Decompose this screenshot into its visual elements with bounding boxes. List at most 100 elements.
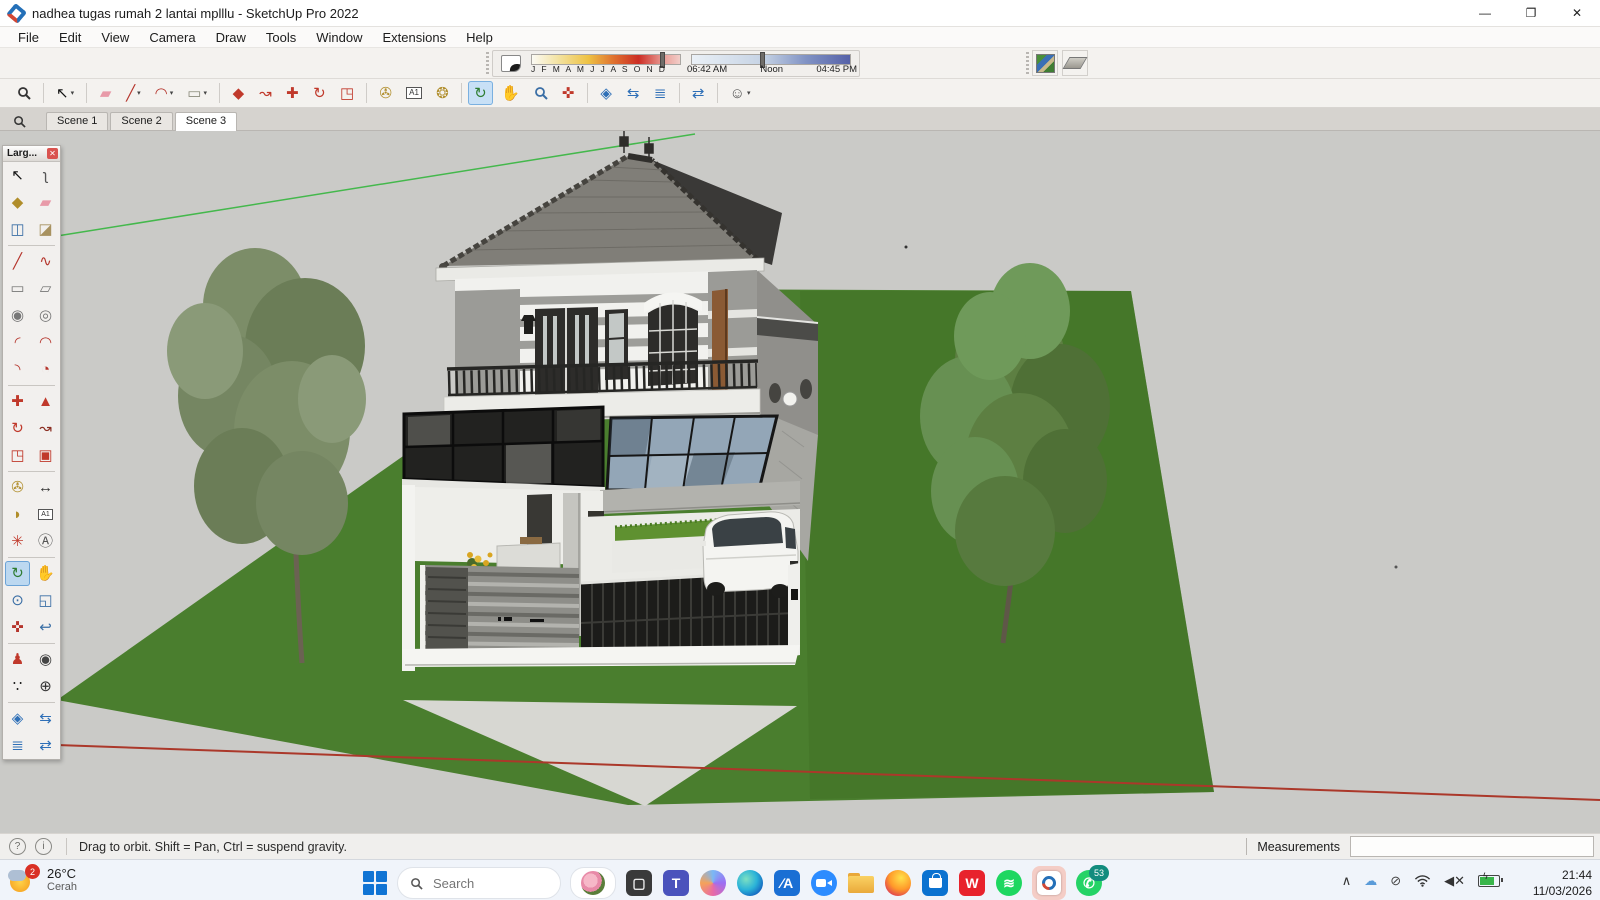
taskbar-app-microsoft-store[interactable]: [921, 869, 949, 897]
scale-tool[interactable]: ◳: [5, 443, 30, 468]
move-tool[interactable]: ✚: [5, 389, 30, 414]
search-highlight-tile[interactable]: [570, 867, 616, 899]
shadow-toggle-button[interactable]: [501, 55, 521, 72]
scene-tab-1[interactable]: Scene 1: [46, 112, 108, 130]
rotate-button[interactable]: ↻: [307, 81, 332, 105]
viewport-3d-scene[interactable]: [0, 131, 1600, 833]
follow-me-tool[interactable]: ↝: [33, 416, 58, 441]
scene-search-icon[interactable]: [6, 112, 32, 130]
scale-button[interactable]: ◳: [334, 81, 360, 105]
start-button[interactable]: [362, 870, 388, 896]
line-button[interactable]: ╱▾: [120, 81, 147, 105]
measurements-input[interactable]: [1350, 836, 1594, 857]
two-point-arc-tool[interactable]: ◠: [33, 330, 58, 355]
tape-measure-tool[interactable]: ✇: [5, 475, 30, 500]
menu-extensions[interactable]: Extensions: [373, 30, 457, 45]
line-tool[interactable]: ╱: [5, 249, 30, 274]
search-button[interactable]: [11, 81, 37, 105]
arc-tool[interactable]: ◜: [5, 330, 30, 355]
account-button[interactable]: ☺▾: [724, 81, 757, 105]
zoom-tool[interactable]: ⊙: [5, 588, 30, 613]
tray-do-not-disturb-icon[interactable]: ⊘: [1390, 874, 1401, 887]
swap-clock-button[interactable]: ⇆: [621, 81, 646, 105]
menu-tools[interactable]: Tools: [256, 30, 306, 45]
zoom-extents-button[interactable]: ✜: [556, 81, 581, 105]
add-location-button[interactable]: [1032, 50, 1058, 76]
polygon-tool[interactable]: ◎: [33, 303, 58, 328]
taskbar-app-copilot[interactable]: [699, 869, 727, 897]
tray-chevron-up-icon[interactable]: ∧: [1342, 874, 1352, 887]
palette-title-bar[interactable]: Larg... ✕: [3, 146, 60, 162]
taskbar-app-sketchup[interactable]: [1032, 866, 1066, 900]
text-tool[interactable]: A1: [33, 502, 58, 527]
tape-measure-button[interactable]: ✇: [373, 81, 398, 105]
rotate-tool[interactable]: ↻: [5, 416, 30, 441]
taskbar-app-teams[interactable]: T: [662, 869, 690, 897]
menu-view[interactable]: View: [91, 30, 139, 45]
orbit-button[interactable]: ↻: [468, 81, 493, 105]
look-around-tool[interactable]: ◉: [33, 647, 58, 672]
menu-edit[interactable]: Edit: [49, 30, 91, 45]
shadow-date-slider[interactable]: J F M A M J J A S O N D: [531, 52, 681, 76]
help-icon[interactable]: ?: [9, 838, 26, 855]
swap-clock-tool[interactable]: ⇆: [33, 706, 58, 731]
zoom-window-tool[interactable]: ◱: [33, 588, 58, 613]
scene-tab-3[interactable]: Scene 3: [175, 112, 237, 131]
tray-wifi-icon[interactable]: [1414, 874, 1431, 887]
move-button[interactable]: ✚: [280, 81, 305, 105]
restore-button[interactable]: ❐: [1508, 0, 1554, 26]
minimize-button[interactable]: —: [1462, 0, 1508, 26]
weather-widget[interactable]: 2 26°C Cerah: [8, 864, 77, 896]
menu-help[interactable]: Help: [456, 30, 503, 45]
menu-window[interactable]: Window: [306, 30, 372, 45]
rectangle-tool[interactable]: ▭: [5, 276, 30, 301]
navigate-tool[interactable]: ⊕: [33, 674, 58, 699]
connect-download-tool[interactable]: ◈: [5, 706, 30, 731]
offset-tool[interactable]: ▣: [33, 443, 58, 468]
arc-button[interactable]: ◠▾: [149, 81, 180, 105]
paint-bucket-tool[interactable]: ◆: [5, 190, 30, 215]
taskbar-app-app-ia[interactable]: ∕A: [773, 869, 801, 897]
circle-tool[interactable]: ◉: [5, 303, 30, 328]
taskbar-clock[interactable]: 21:44 11/03/2026: [1533, 867, 1592, 899]
previous-tool[interactable]: ↩: [33, 615, 58, 640]
scene-tab-2[interactable]: Scene 2: [110, 112, 172, 130]
pie-tool[interactable]: ◔: [33, 357, 58, 382]
swap-gear-tool[interactable]: ⇄: [33, 733, 58, 758]
rectangle-button[interactable]: ▭▾: [181, 81, 213, 105]
orbit-tool[interactable]: ↻: [5, 561, 30, 586]
push-pull-tool[interactable]: ▲: [33, 389, 58, 414]
swap-gear-button[interactable]: ⇄: [686, 81, 711, 105]
info-icon[interactable]: i: [35, 838, 52, 855]
taskbar-app-zoom[interactable]: [810, 869, 838, 897]
axes-tool[interactable]: ✳: [5, 529, 30, 554]
shadow-time-slider[interactable]: 06:42 AM Noon 04:45 PM: [691, 52, 851, 76]
taskbar-search[interactable]: [397, 867, 561, 899]
zoom-extents-tool[interactable]: ✜: [5, 615, 30, 640]
select-button[interactable]: ↖▾: [50, 81, 80, 105]
menu-draw[interactable]: Draw: [206, 30, 256, 45]
search-input[interactable]: [431, 875, 525, 892]
make-component-tool[interactable]: ◫: [5, 217, 30, 242]
freehand-tool[interactable]: ∿: [33, 249, 58, 274]
follow-me-button[interactable]: ↝: [253, 81, 278, 105]
pan-tool[interactable]: ✋: [33, 561, 58, 586]
tray-battery-icon[interactable]: ϟ: [1478, 875, 1500, 887]
pan-button[interactable]: ✋: [495, 81, 526, 105]
toggle-terrain-button[interactable]: [1062, 50, 1088, 76]
paint-bucket-button[interactable]: ◆: [226, 81, 251, 105]
protractor-tool[interactable]: ◗: [5, 502, 30, 527]
rotated-rectangle-tool[interactable]: ▱: [33, 276, 58, 301]
eraser-tool[interactable]: ▰: [33, 190, 58, 215]
close-button[interactable]: ✕: [1554, 0, 1600, 26]
text-button[interactable]: A1: [400, 81, 428, 105]
zoom-button[interactable]: [528, 81, 554, 105]
dimension-tool[interactable]: ↔: [33, 475, 58, 500]
layers-cloud-tool[interactable]: ≣: [5, 733, 30, 758]
select-tool[interactable]: ↖: [5, 163, 30, 188]
menu-file[interactable]: File: [8, 30, 49, 45]
three-point-arc-tool[interactable]: ◝: [5, 357, 30, 382]
walk-tool[interactable]: ∵: [5, 674, 30, 699]
taskbar-app-edge[interactable]: [736, 869, 764, 897]
position-camera-tool[interactable]: ♟: [5, 647, 30, 672]
